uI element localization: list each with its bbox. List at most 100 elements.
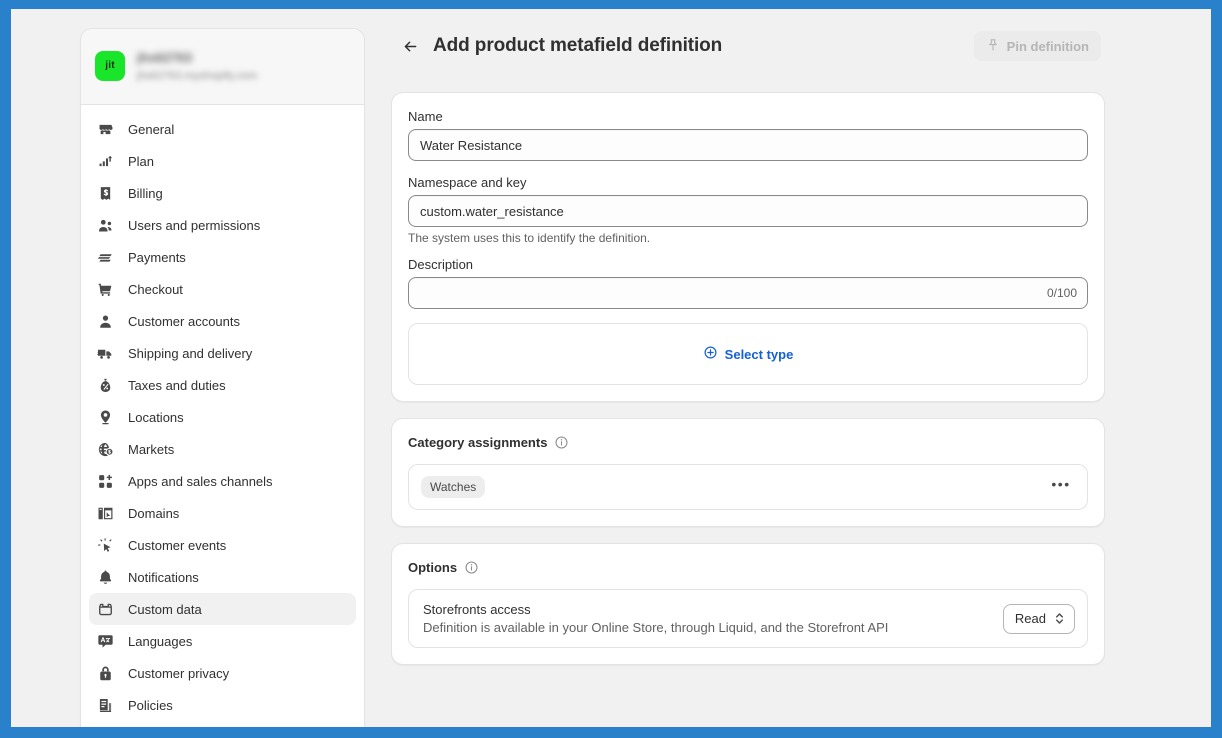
cart-icon	[97, 281, 114, 298]
sidebar-item-payments[interactable]: Payments	[89, 241, 356, 273]
settings-nav: General Plan Billing Users and permissio…	[81, 105, 364, 721]
sidebar-item-label: Languages	[128, 633, 193, 649]
sidebar-item-notifications[interactable]: Notifications	[89, 561, 356, 593]
back-arrow-icon[interactable]	[397, 33, 423, 59]
options-card: Options Storefronts access Definition is…	[391, 543, 1105, 665]
settings-sidebar: jit jhs62763 jhs62763.myshopify.com Gene…	[80, 28, 365, 727]
sidebar-item-label: Taxes and duties	[128, 377, 226, 393]
sidebar-item-label: Plan	[128, 153, 155, 169]
sidebar-item-apps-and-sales-channels[interactable]: Apps and sales channels	[89, 465, 356, 497]
bell-icon	[97, 569, 114, 586]
category-assignment-row: Watches •••	[408, 464, 1088, 510]
sidebar-item-languages[interactable]: Languages	[89, 625, 356, 657]
sidebar-item-shipping-and-delivery[interactable]: Shipping and delivery	[89, 337, 356, 369]
store-meta: jhs62763 jhs62763.myshopify.com	[137, 50, 257, 82]
sidebar-item-domains[interactable]: Domains	[89, 497, 356, 529]
delivery-truck-icon	[97, 345, 114, 362]
person-icon	[97, 313, 114, 330]
globe-dollar-icon	[97, 441, 114, 458]
namespace-key-field-block: Namespace and key The system uses this t…	[408, 175, 1088, 245]
sidebar-item-label: Notifications	[128, 569, 199, 585]
sidebar-item-customer-accounts[interactable]: Customer accounts	[89, 305, 356, 337]
circle-plus-icon	[703, 345, 718, 363]
sidebar-item-label: General	[128, 121, 175, 137]
store-url: jhs62763.myshopify.com	[137, 69, 258, 82]
sidebar-item-label: Locations	[128, 409, 184, 425]
domain-window-icon	[97, 505, 114, 522]
main-content: Add product metafield definition Pin def…	[391, 28, 1105, 681]
sidebar-item-label: Markets	[128, 441, 175, 457]
metafields-box-icon	[97, 601, 114, 618]
sidebar-item-custom-data[interactable]: Custom data	[89, 593, 356, 625]
sidebar-item-label: Policies	[128, 697, 173, 713]
options-title: Options	[408, 560, 458, 575]
sidebar-item-taxes-and-duties[interactable]: Taxes and duties	[89, 369, 356, 401]
storefronts-access-title: Storefronts access	[423, 602, 531, 617]
app-viewport: jit jhs62763 jhs62763.myshopify.com Gene…	[11, 9, 1211, 727]
payment-card-icon	[97, 249, 114, 266]
storefronts-access-row: Storefronts access Definition is availab…	[408, 589, 1088, 648]
description-field-block: Description 0/100	[408, 257, 1088, 309]
money-bag-percent-icon	[97, 377, 114, 394]
sidebar-item-label: Payments	[128, 249, 186, 265]
users-icon	[97, 217, 114, 234]
category-assignments-title: Category assignments	[408, 435, 548, 450]
storefronts-access-select-value: Read	[1014, 611, 1046, 626]
namespace-key-help: The system uses this to identify the def…	[408, 231, 651, 245]
store-name: jhs62763	[137, 49, 192, 65]
language-translate-icon	[97, 633, 114, 650]
cursor-click-icon	[97, 537, 114, 554]
receipt-dollar-icon	[97, 185, 114, 202]
options-header: Options	[408, 560, 1088, 575]
storefronts-access-description: Definition is available in your Online S…	[423, 620, 889, 635]
chart-growth-icon	[97, 153, 114, 170]
sidebar-item-markets[interactable]: Markets	[89, 433, 356, 465]
sidebar-item-label: Domains	[128, 505, 180, 521]
info-circle-icon[interactable]	[554, 435, 569, 450]
avatar: jit	[95, 50, 125, 81]
namespace-key-input[interactable]	[408, 195, 1088, 227]
page-header: Add product metafield definition Pin def…	[391, 28, 1105, 64]
policy-document-icon	[97, 697, 114, 714]
namespace-key-label: Namespace and key	[408, 175, 527, 190]
description-label: Description	[408, 257, 474, 272]
sidebar-item-customer-privacy[interactable]: Customer privacy	[89, 657, 356, 689]
sidebar-item-customer-events[interactable]: Customer events	[89, 529, 356, 561]
info-circle-icon[interactable]	[464, 560, 479, 575]
name-input[interactable]	[408, 129, 1088, 161]
lock-icon	[97, 665, 114, 682]
sidebar-item-general[interactable]: General	[89, 113, 356, 145]
sidebar-item-label: Checkout	[128, 281, 183, 297]
sidebar-item-label: Customer events	[128, 537, 227, 553]
select-type-button[interactable]: Select type	[408, 323, 1088, 385]
definition-card: Name Namespace and key The system uses t…	[391, 92, 1105, 402]
category-assignments-card: Category assignments Watches •••	[391, 418, 1105, 527]
sidebar-item-label: Customer privacy	[128, 665, 230, 681]
category-more-actions-button[interactable]: •••	[1047, 475, 1075, 499]
storefront-icon	[97, 121, 114, 138]
description-input[interactable]	[408, 277, 1088, 309]
sidebar-item-locations[interactable]: Locations	[89, 401, 356, 433]
sidebar-item-billing[interactable]: Billing	[89, 177, 356, 209]
storefronts-access-text: Storefronts access Definition is availab…	[423, 602, 888, 635]
sidebar-item-checkout[interactable]: Checkout	[89, 273, 356, 305]
name-field-block: Name	[408, 109, 1088, 161]
chevron-up-down-icon	[1054, 611, 1065, 626]
pin-definition-label: Pin definition	[1006, 38, 1089, 54]
name-label: Name	[408, 109, 443, 124]
pin-definition-button[interactable]: Pin definition	[973, 31, 1101, 61]
sidebar-item-policies[interactable]: Policies	[89, 689, 356, 721]
sidebar-item-users-and-permissions[interactable]: Users and permissions	[89, 209, 356, 241]
storefronts-access-select[interactable]: Read	[1002, 603, 1075, 634]
store-header[interactable]: jit jhs62763 jhs62763.myshopify.com	[81, 29, 364, 105]
sidebar-item-label: Apps and sales channels	[128, 473, 273, 489]
sidebar-item-label: Shipping and delivery	[128, 345, 253, 361]
sidebar-item-label: Billing	[128, 185, 163, 201]
pin-icon	[986, 38, 1000, 55]
category-assignments-header: Category assignments	[408, 435, 1088, 450]
apps-grid-plus-icon	[97, 473, 114, 490]
description-input-wrap: 0/100	[408, 277, 1088, 309]
category-tag[interactable]: Watches	[421, 476, 486, 498]
sidebar-item-plan[interactable]: Plan	[89, 145, 356, 177]
select-type-label: Select type	[724, 346, 794, 362]
